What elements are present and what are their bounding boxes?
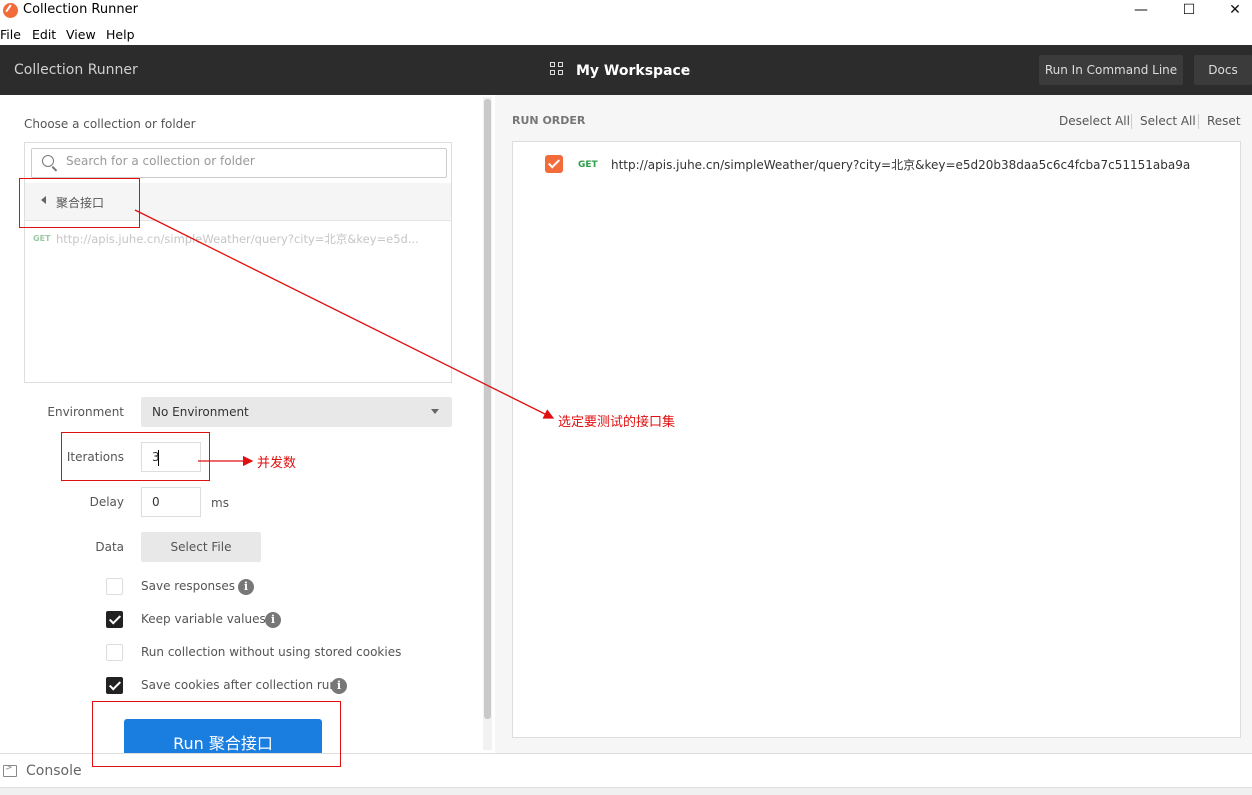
annotation-arrows bbox=[134, 209, 555, 467]
arrow-to-collection-note bbox=[134, 209, 555, 419]
annotation-collection-note: 选定要测试的接口集 bbox=[558, 415, 676, 430]
annotation-iterations-note: 并发数 bbox=[257, 456, 297, 471]
